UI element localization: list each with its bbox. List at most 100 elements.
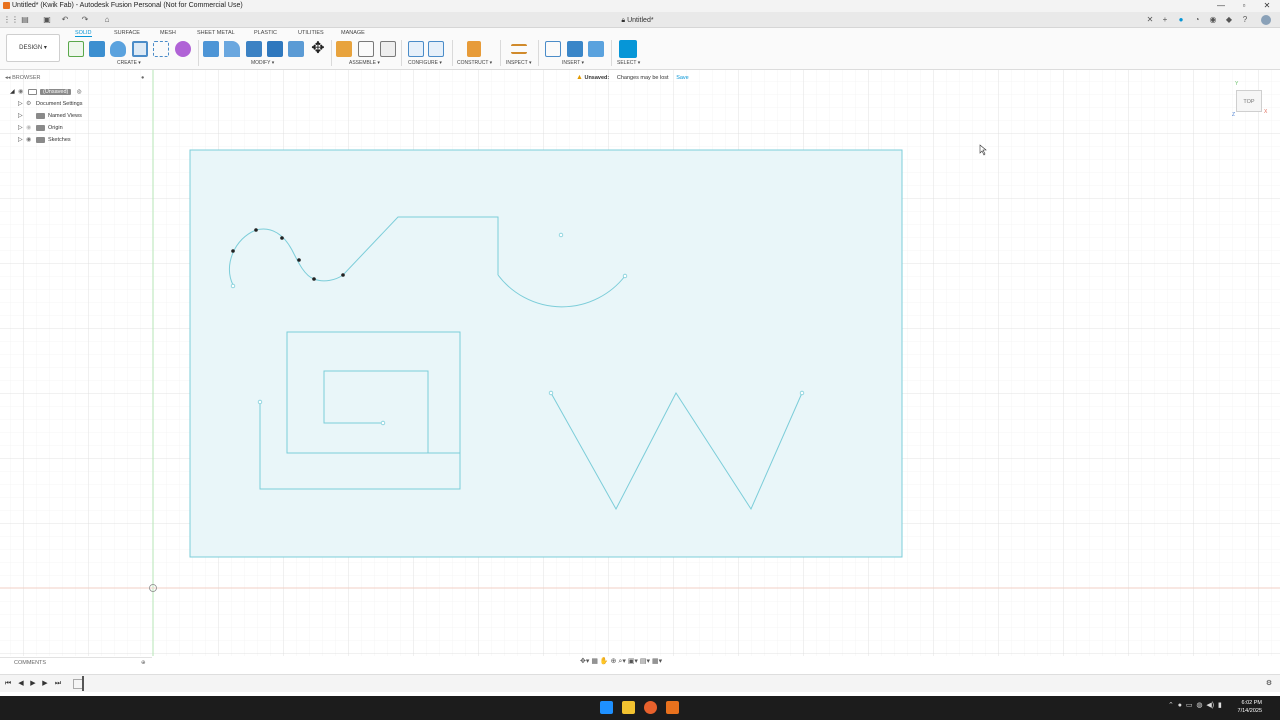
assemble-menu[interactable]: ASSEMBLE ▾ bbox=[349, 60, 380, 66]
combine-icon[interactable] bbox=[288, 41, 304, 57]
help-icon[interactable]: ? bbox=[1240, 15, 1250, 25]
workspace-switcher[interactable]: DESIGN ▾ bbox=[6, 34, 60, 62]
activate-radio-icon[interactable]: ◎ bbox=[77, 89, 82, 95]
tab-surface[interactable]: SURFACE bbox=[114, 30, 140, 36]
go-to-end-icon[interactable]: ⏭ bbox=[53, 678, 63, 690]
browser-item-sketches[interactable]: ▷ ◉ Sketches bbox=[18, 134, 71, 146]
configure-menu[interactable]: CONFIGURE ▾ bbox=[408, 60, 442, 66]
firefox-icon[interactable] bbox=[644, 701, 657, 714]
pin-icon[interactable]: ● bbox=[141, 73, 144, 83]
view-cube[interactable]: TOP bbox=[1236, 90, 1262, 112]
save-link[interactable]: Save bbox=[676, 75, 689, 81]
insert-derive-icon[interactable] bbox=[545, 41, 561, 57]
tab-sheet-metal[interactable]: SHEET METAL bbox=[197, 30, 235, 36]
grid-settings-icon[interactable]: ▤▾ bbox=[640, 658, 650, 665]
extrude-icon[interactable] bbox=[89, 41, 105, 57]
add-comment-icon[interactable]: ⊕ bbox=[141, 658, 146, 668]
visibility-icon[interactable]: ◉ bbox=[26, 134, 36, 146]
form-icon[interactable] bbox=[175, 41, 191, 57]
volume-icon[interactable]: ◀) bbox=[1206, 702, 1214, 709]
as-built-joint-icon[interactable] bbox=[380, 41, 396, 57]
configure-theme-icon[interactable] bbox=[428, 41, 444, 57]
browser-item-document-settings[interactable]: ▷ ⚙ Document Settings bbox=[18, 98, 82, 110]
close-icon[interactable]: ✕ bbox=[1256, 0, 1278, 12]
job-status-icon[interactable]: ◔ bbox=[1192, 15, 1202, 25]
document-tab[interactable]: 🔒︎ Untitled* bbox=[115, 13, 1160, 28]
browser-root[interactable]: ◢ ◉ (Unsaved) ◎ bbox=[10, 86, 82, 98]
home-icon[interactable]: ⌂ bbox=[102, 15, 112, 25]
step-forward-icon[interactable]: ▶ bbox=[40, 678, 50, 690]
user-avatar[interactable] bbox=[1261, 15, 1271, 25]
go-to-start-icon[interactable]: ⏮ bbox=[3, 678, 13, 690]
battery-icon[interactable]: ▮ bbox=[1218, 702, 1222, 709]
expand-icon[interactable]: ▷ bbox=[18, 122, 26, 134]
tab-plastic[interactable]: PLASTIC bbox=[254, 30, 277, 36]
select-menu[interactable]: SELECT ▾ bbox=[617, 60, 640, 66]
new-tab-icon[interactable]: + bbox=[1160, 15, 1170, 25]
shell-icon[interactable] bbox=[267, 41, 283, 57]
visibility-icon[interactable]: ◉ bbox=[18, 86, 28, 98]
modify-menu[interactable]: MODIFY ▾ bbox=[251, 60, 274, 66]
start-icon[interactable] bbox=[600, 701, 613, 714]
expand-icon[interactable]: ▷ bbox=[18, 134, 26, 146]
redo-icon[interactable]: ↷ bbox=[80, 15, 90, 25]
browser-item-origin[interactable]: ▷ ◉ Origin bbox=[18, 122, 63, 134]
collapse-icon[interactable]: ◂◂ bbox=[5, 75, 11, 81]
insert-mesh-icon[interactable] bbox=[567, 41, 583, 57]
select-icon[interactable] bbox=[619, 40, 637, 58]
chevron-up-icon[interactable]: ⌃ bbox=[1168, 702, 1174, 709]
move-icon[interactable]: ✥ bbox=[310, 41, 326, 57]
fit-icon[interactable]: ⌕▾ bbox=[618, 658, 625, 665]
press-pull-icon[interactable] bbox=[203, 41, 219, 57]
construct-menu[interactable]: CONSTRUCT ▾ bbox=[457, 60, 492, 66]
sketch-profile-rectangle[interactable] bbox=[189, 149, 903, 558]
expand-icon[interactable]: ◢ bbox=[10, 86, 18, 98]
minimize-icon[interactable]: — bbox=[1210, 0, 1232, 12]
app-grid-icon[interactable]: ⋮⋮ bbox=[3, 15, 19, 25]
pan-icon[interactable]: ✋ bbox=[600, 658, 609, 665]
insert-canvas-icon[interactable] bbox=[588, 41, 604, 57]
chamfer-icon[interactable] bbox=[246, 41, 262, 57]
orbit-icon[interactable]: ✥▾ bbox=[580, 658, 589, 665]
file-menu-icon[interactable]: ▤ bbox=[20, 15, 30, 25]
zoom-icon[interactable]: ⊕ bbox=[611, 658, 617, 665]
display-settings-icon[interactable]: ▣▾ bbox=[628, 658, 638, 665]
file-explorer-icon[interactable] bbox=[622, 701, 635, 714]
offset-plane-icon[interactable] bbox=[467, 41, 481, 57]
look-at-icon[interactable]: ▦ bbox=[591, 658, 598, 665]
design-canvas[interactable] bbox=[0, 70, 1280, 656]
expand-icon[interactable]: ▷ bbox=[18, 110, 26, 122]
extensions-icon[interactable]: ● bbox=[1176, 15, 1186, 25]
hole-icon[interactable] bbox=[132, 41, 148, 57]
network-icon[interactable]: ◍ bbox=[1196, 702, 1202, 709]
expand-icon[interactable]: ▷ bbox=[18, 98, 26, 110]
step-back-icon[interactable]: ◀ bbox=[16, 678, 26, 690]
fusion-taskbar-icon[interactable] bbox=[666, 701, 679, 714]
display-icon[interactable]: ▭ bbox=[1186, 702, 1193, 709]
create-sketch-icon[interactable] bbox=[68, 41, 84, 57]
visibility-icon[interactable]: ◉ bbox=[26, 122, 36, 134]
notifications-icon[interactable]: ◆ bbox=[1224, 15, 1234, 25]
configure-table-icon[interactable] bbox=[408, 41, 424, 57]
tab-mesh[interactable]: MESH bbox=[160, 30, 176, 36]
clock[interactable]: 6:02 PM 7/14/2025 bbox=[1228, 699, 1262, 715]
save-icon[interactable]: ▣ bbox=[42, 15, 52, 25]
measure-icon[interactable] bbox=[511, 44, 527, 54]
inspect-menu[interactable]: INSPECT ▾ bbox=[506, 60, 531, 66]
timeline-marker[interactable] bbox=[82, 676, 84, 691]
viewports-icon[interactable]: ▦▾ bbox=[652, 658, 662, 665]
revolve-icon[interactable] bbox=[110, 41, 126, 57]
tab-solid[interactable]: SOLID bbox=[75, 30, 92, 37]
mic-icon[interactable]: ● bbox=[1178, 702, 1182, 709]
browser-item-named-views[interactable]: ▷ Named Views bbox=[18, 110, 82, 122]
online-icon[interactable]: ◉ bbox=[1208, 15, 1218, 25]
tab-manage[interactable]: MANAGE bbox=[341, 30, 365, 36]
undo-icon[interactable]: ↶ bbox=[60, 15, 70, 25]
maximize-icon[interactable]: ▫ bbox=[1233, 0, 1255, 12]
new-component-icon[interactable] bbox=[336, 41, 352, 57]
insert-menu[interactable]: INSERT ▾ bbox=[562, 60, 584, 66]
pattern-icon[interactable] bbox=[153, 41, 169, 57]
create-menu[interactable]: CREATE ▾ bbox=[117, 60, 141, 66]
joint-icon[interactable] bbox=[358, 41, 374, 57]
play-icon[interactable]: ▶ bbox=[28, 678, 38, 690]
